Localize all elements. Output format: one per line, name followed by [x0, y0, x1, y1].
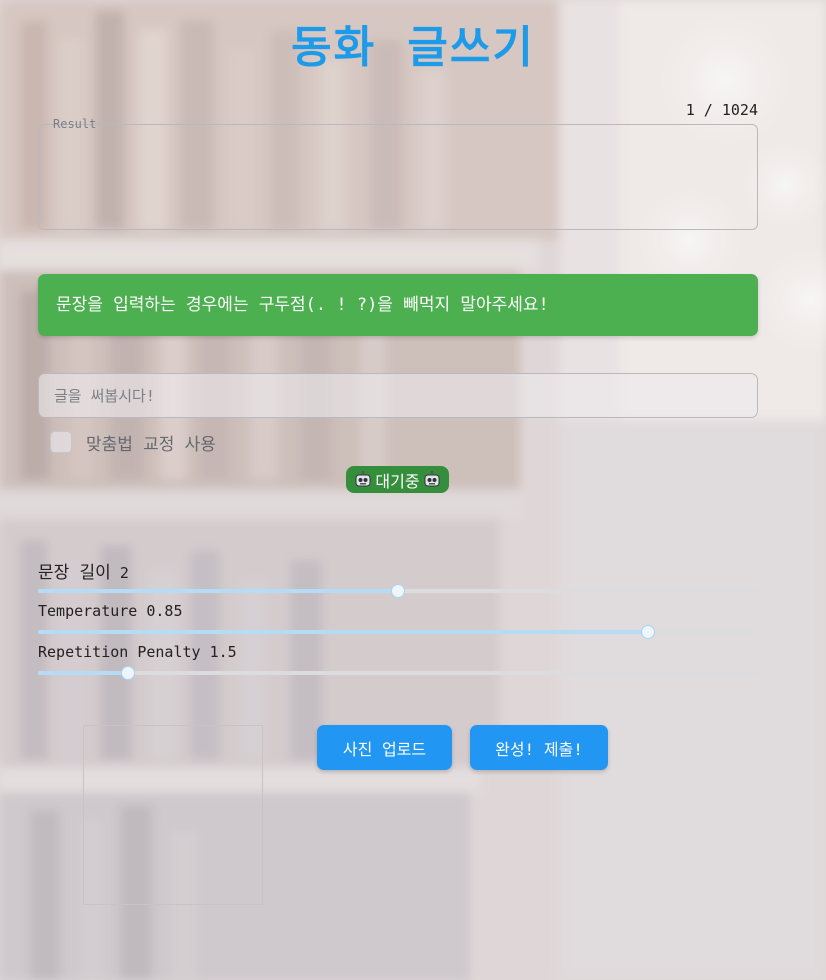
repetition-penalty-slider-label: Repetition Penalty 1.5	[38, 643, 237, 661]
length-label-text: 문장 길이	[38, 563, 111, 583]
temperature-slider-thumb[interactable]	[640, 625, 655, 639]
page-title: 동화 글쓰기	[291, 22, 535, 73]
result-label: Result	[53, 117, 97, 131]
length-slider-thumb[interactable]	[391, 584, 405, 598]
repetition-penalty-slider-fill	[38, 671, 128, 675]
story-text-input[interactable]	[38, 373, 758, 418]
repetition-penalty-value: 1.5	[209, 643, 237, 661]
status-badge: 대기중	[346, 466, 449, 493]
temperature-label-text: Temperature	[38, 602, 138, 620]
submit-button[interactable]: 완성! 제출!	[470, 725, 608, 770]
length-value: 2	[119, 564, 129, 582]
result-output-box[interactable]	[38, 124, 758, 230]
token-counter: 1 / 1024	[685, 101, 758, 119]
robot-icon	[355, 470, 371, 486]
upload-photo-button[interactable]: 사진 업로드	[317, 725, 452, 770]
robot-icon	[424, 470, 440, 486]
temperature-slider[interactable]	[38, 625, 758, 639]
spellcheck-label: 맞춤법 교정 사용	[86, 434, 216, 455]
repetition-penalty-slider-thumb[interactable]	[121, 666, 135, 680]
image-preview-area	[83, 725, 263, 905]
repetition-penalty-slider[interactable]	[38, 666, 758, 680]
length-slider-label: 문장 길이 2	[38, 558, 129, 583]
status-label: 대기중	[375, 471, 420, 491]
length-slider[interactable]	[38, 584, 758, 598]
app-root: 동화 글쓰기 1 / 1024 Result 문장을 입력하는 경우에는 구두점…	[0, 0, 826, 980]
temperature-slider-fill	[38, 630, 648, 634]
temperature-slider-label: Temperature 0.85	[38, 602, 183, 620]
repetition-penalty-label-text: Repetition Penalty	[38, 643, 201, 661]
punctuation-notice-banner: 문장을 입력하는 경우에는 구두점(. ! ?)을 빼먹지 말아주세요!	[38, 274, 758, 336]
length-slider-fill	[38, 589, 398, 593]
temperature-value: 0.85	[146, 602, 183, 620]
spellcheck-row[interactable]: 맞춤법 교정 사용	[50, 429, 216, 455]
spellcheck-checkbox[interactable]	[50, 431, 72, 453]
